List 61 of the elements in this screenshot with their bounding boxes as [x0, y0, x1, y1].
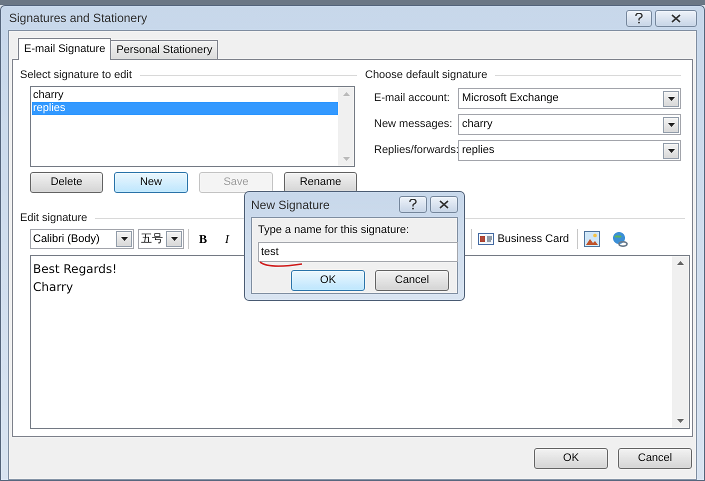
- prompt-label: Type a name for this signature:: [258, 223, 410, 238]
- scroll-down-icon: [677, 419, 684, 423]
- field-label: E-mail account:: [374, 91, 451, 106]
- help-icon: [409, 199, 417, 210]
- business-card-button[interactable]: Business Card: [476, 229, 571, 249]
- close-button[interactable]: [430, 196, 458, 213]
- close-button[interactable]: [655, 10, 697, 26]
- signature-text-line: Charry: [33, 280, 74, 294]
- dropdown-field[interactable]: Microsoft Exchange: [458, 88, 681, 109]
- dropdown-button[interactable]: [663, 116, 679, 132]
- dialog-button[interactable]: OK: [534, 448, 608, 469]
- group-heading: Select signature to edit: [20, 68, 132, 83]
- dropdown-button[interactable]: [663, 142, 679, 158]
- dropdown-value: charry: [462, 117, 493, 132]
- close-icon: [439, 200, 449, 209]
- dialog-button[interactable]: Cancel: [375, 270, 449, 290]
- action-button[interactable]: Delete: [30, 172, 103, 193]
- card-icon: [478, 233, 494, 245]
- action-button[interactable]: New: [114, 172, 188, 193]
- dropdown-button[interactable]: [116, 231, 132, 247]
- caret-icon: [668, 148, 674, 152]
- dropdown-value: replies: [462, 143, 494, 158]
- dialog-button[interactable]: Cancel: [618, 448, 692, 469]
- window-title: Signatures and Stationery: [8, 10, 148, 27]
- field-label: Replies/forwards:: [374, 143, 458, 158]
- scroll-up-icon: [342, 92, 350, 96]
- scroll-down-icon: [342, 157, 350, 161]
- field-label: New messages:: [374, 117, 454, 132]
- dialog-button[interactable]: OK: [291, 270, 365, 290]
- action-button[interactable]: Rename: [284, 172, 357, 193]
- scrollbar[interactable]: [672, 256, 689, 428]
- list-item[interactable]: charry: [32, 89, 338, 102]
- caret-icon: [668, 122, 674, 126]
- dropdown-field[interactable]: replies: [458, 140, 681, 161]
- tab[interactable]: Personal Stationery: [111, 40, 218, 59]
- annotation-underline: [258, 260, 304, 268]
- dropdown-button[interactable]: [663, 90, 679, 106]
- dropdown-field[interactable]: charry: [458, 114, 681, 135]
- caret-icon: [170, 237, 178, 241]
- scrollbar[interactable]: [338, 87, 354, 166]
- help-icon: [635, 12, 643, 24]
- close-icon: [671, 14, 681, 22]
- group-heading: Choose default signature: [365, 68, 488, 83]
- scroll-up-icon: [677, 261, 684, 265]
- hyperlink-icon[interactable]: [612, 230, 629, 248]
- dropdown-button[interactable]: [166, 231, 182, 247]
- dialog-title: New Signature: [251, 196, 330, 214]
- dropdown-value: Microsoft Exchange: [462, 91, 559, 106]
- group-heading: Edit signature: [20, 210, 88, 226]
- help-button[interactable]: [626, 10, 652, 26]
- name-input-field[interactable]: test: [258, 242, 458, 262]
- signature-text-line: Best Regards!: [33, 262, 117, 276]
- font-dropdown[interactable]: Calibri (Body): [30, 229, 134, 249]
- bold-button[interactable]: B: [193, 229, 213, 249]
- caret-icon: [120, 237, 128, 241]
- size-dropdown[interactable]: 五号: [138, 229, 184, 249]
- tab[interactable]: E-mail Signature: [18, 38, 112, 60]
- picture-icon[interactable]: [584, 231, 600, 247]
- italic-button[interactable]: I: [217, 229, 237, 249]
- caret-icon: [668, 96, 674, 100]
- help-button[interactable]: [399, 196, 427, 213]
